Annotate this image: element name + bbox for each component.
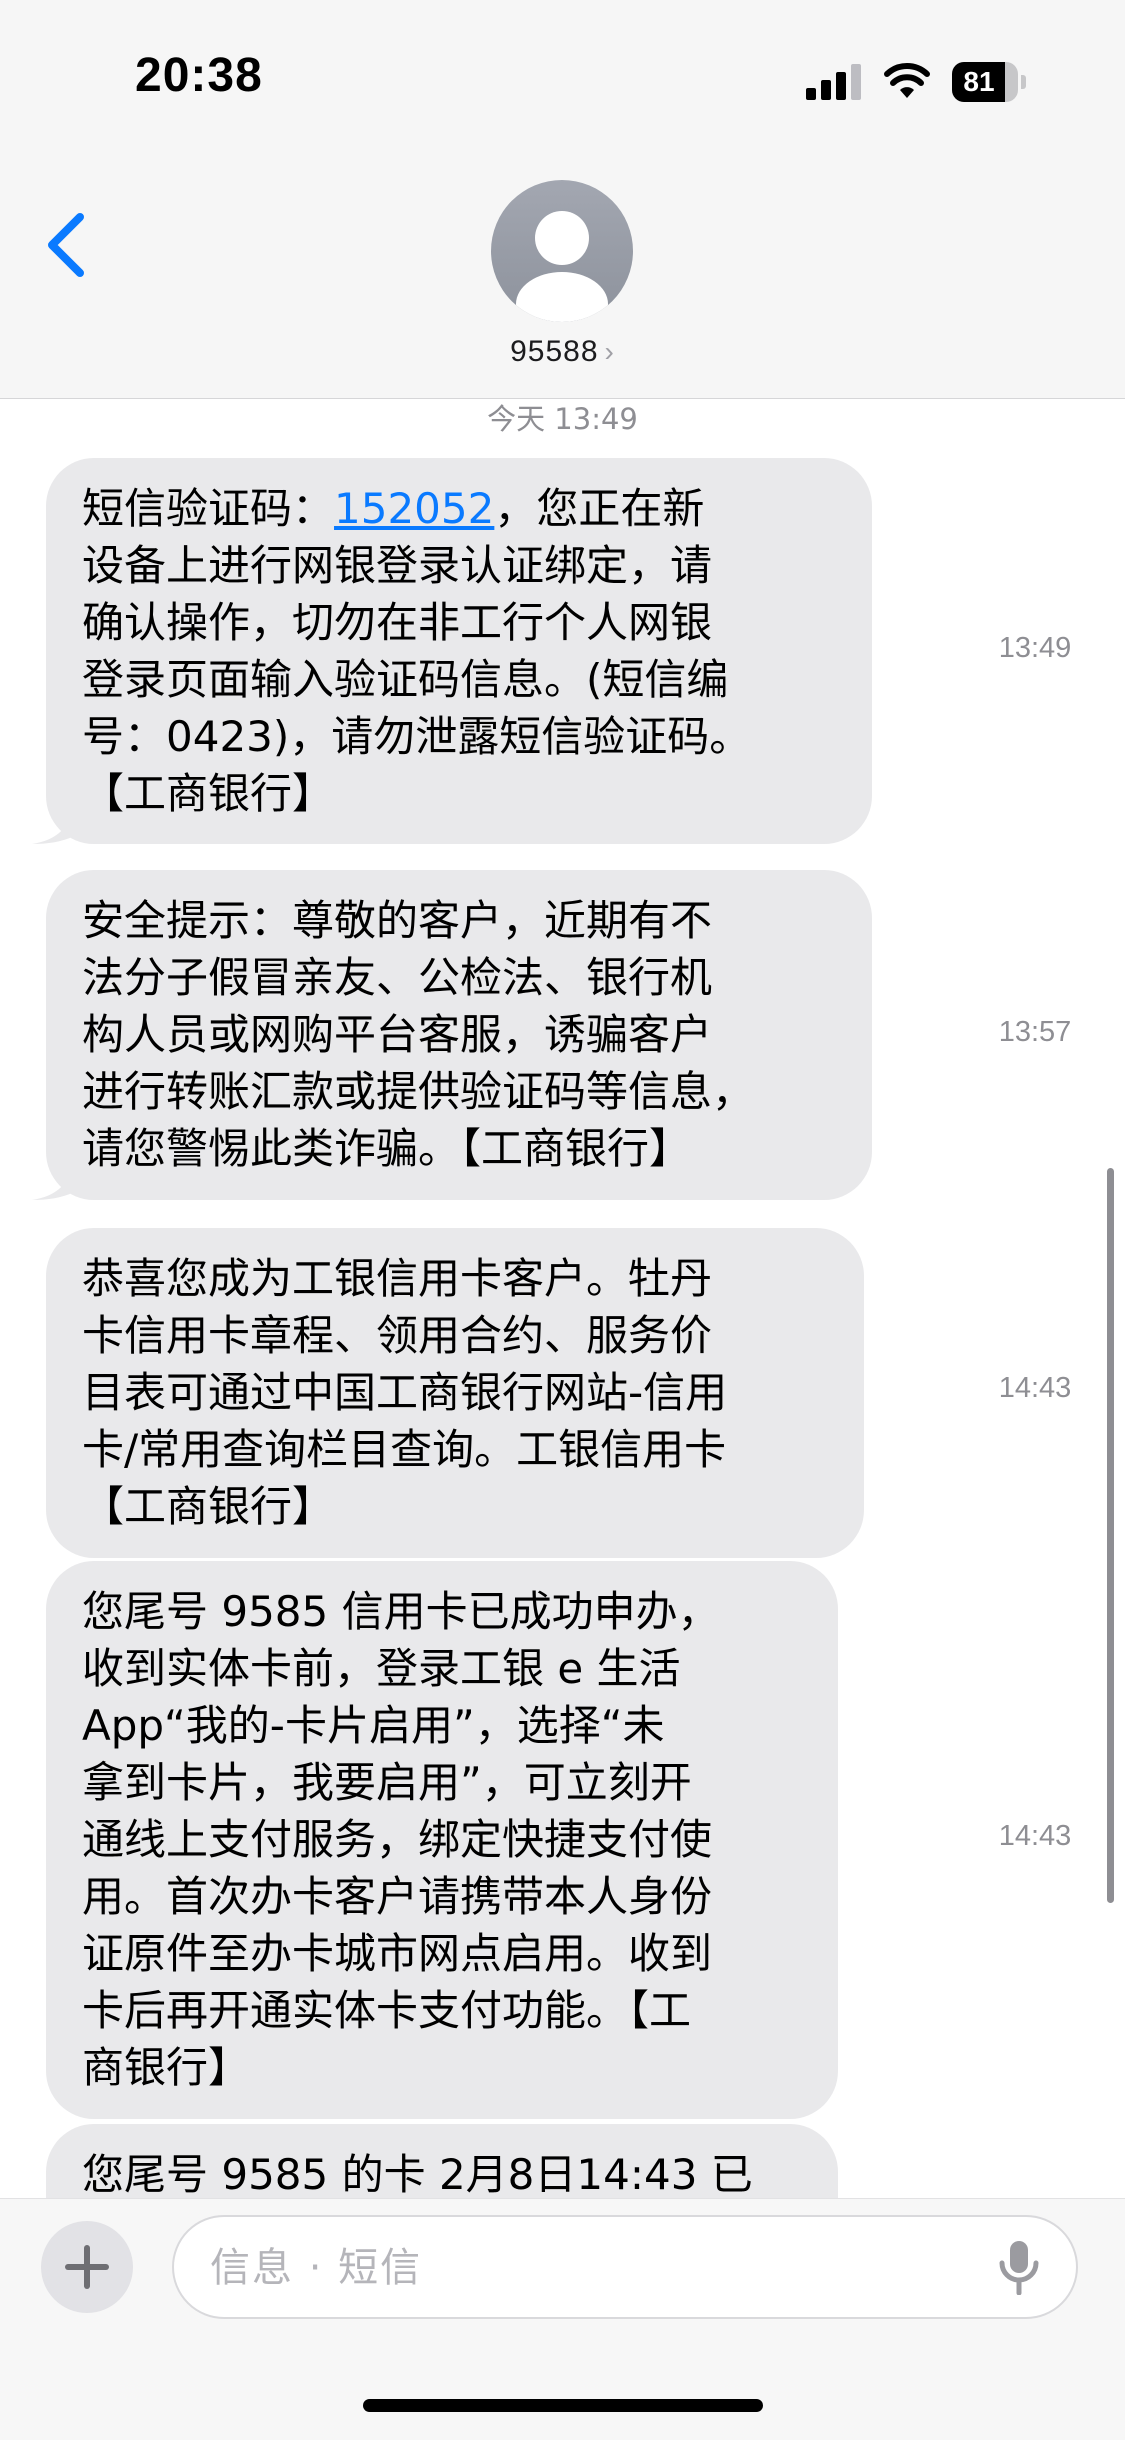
contact-name-label: 95588	[510, 335, 599, 368]
chevron-right-icon: ›	[604, 336, 615, 367]
message-time: 13:49	[998, 632, 1072, 664]
message-bubble[interactable]: 安全提示：尊敬的客户，近期有不 法分子假冒亲友、公检法、银行机 构人员或网购平台…	[46, 870, 872, 1200]
microphone-icon[interactable]	[997, 2239, 1041, 2295]
bubble-tail	[32, 806, 74, 844]
status-time: 20:38	[135, 49, 263, 102]
wifi-icon	[884, 63, 930, 98]
person-silhouette-icon	[516, 211, 608, 322]
message-bubble[interactable]: 短信验证码：152052，您正在新 设备上进行网银登录认证绑定，请 确认操作，切…	[46, 458, 872, 844]
message-time: 14:43	[998, 1372, 1072, 1404]
plus-icon	[65, 2245, 109, 2289]
verification-code-link[interactable]: 152052	[334, 484, 494, 533]
scroll-indicator[interactable]	[1107, 1168, 1114, 1903]
back-button[interactable]	[40, 205, 100, 285]
message-text: 短信验证码：	[82, 484, 335, 533]
message-input-placeholder: 信息 · 短信	[210, 2245, 423, 2291]
message-text: ，您正在新 设备上进行网银登录认证绑定，请 确认操作，切勿在非工行个人网银 登录…	[82, 484, 752, 818]
bubble-tail	[32, 1162, 74, 1200]
chevron-left-icon	[48, 213, 84, 277]
cellular-signal-icon	[806, 64, 861, 100]
home-indicator[interactable]	[363, 2399, 763, 2412]
status-bar: 20:38 81	[0, 0, 1125, 150]
add-attachment-button[interactable]	[41, 2221, 133, 2313]
battery-tip	[1021, 75, 1026, 89]
contact-name[interactable]: 95588 ›	[0, 335, 1125, 369]
message-bubble[interactable]: 您尾号 9585 信用卡已成功申办， 收到实体卡前，登录工银 e 生活 App“…	[46, 1561, 838, 2119]
message-bubble[interactable]: 恭喜您成为工银信用卡客户。牡丹 卡信用卡章程、领用合约、服务价 目表可通过中国工…	[46, 1228, 864, 1558]
message-time: 13:57	[998, 1016, 1072, 1048]
battery-level: 81	[963, 66, 995, 97]
date-header: 今天 13:49	[487, 402, 638, 436]
contact-avatar[interactable]	[491, 180, 633, 322]
message-time: 14:43	[998, 1820, 1072, 1852]
battery-icon: 81	[952, 62, 1028, 102]
battery-body: 81	[952, 62, 1018, 102]
